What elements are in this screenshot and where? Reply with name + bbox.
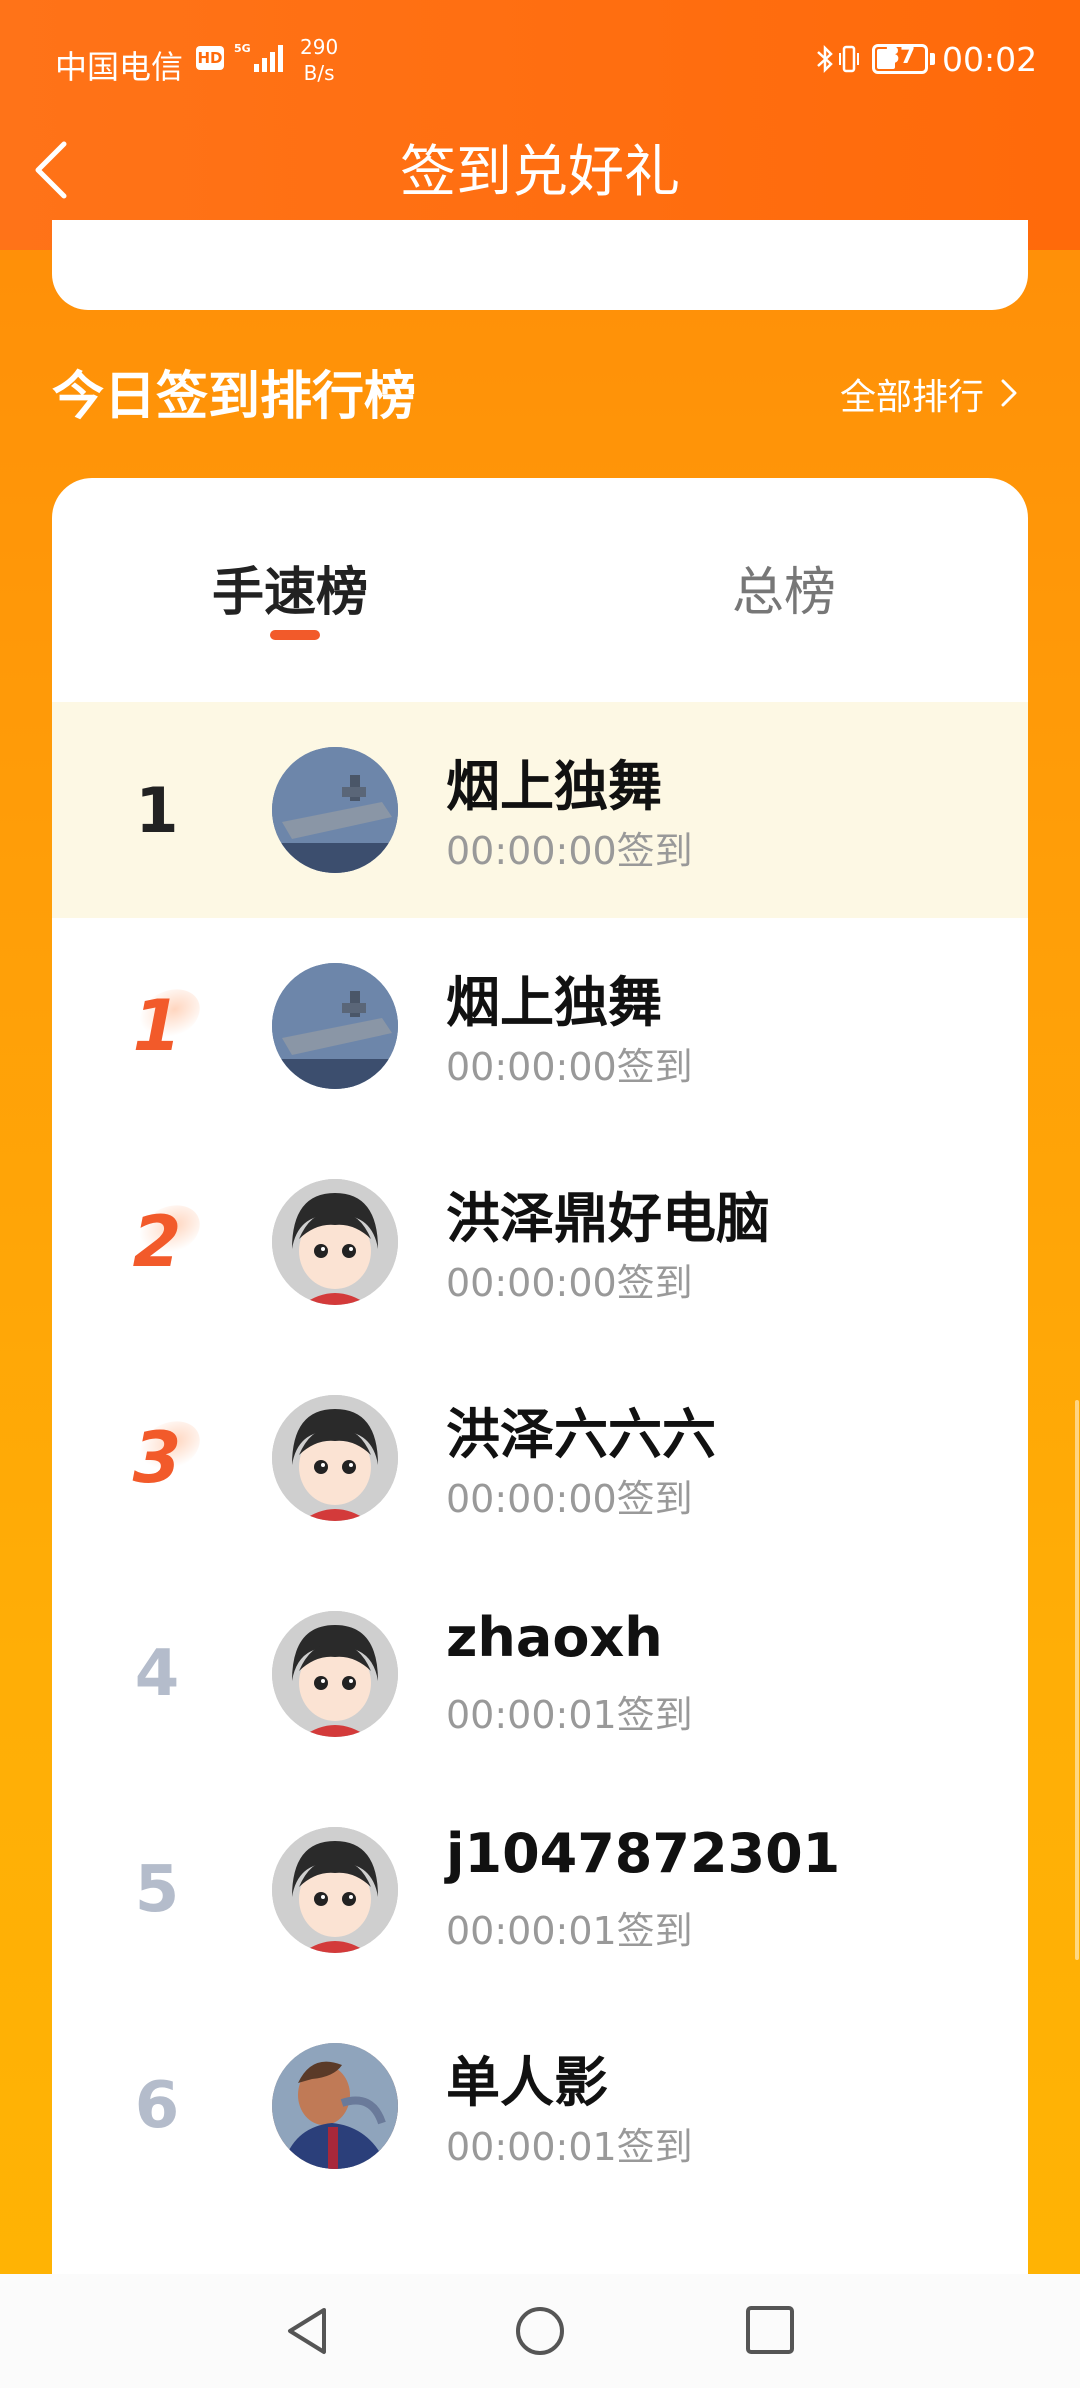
sign-in-time: 00:00:00签到	[446, 1261, 693, 1305]
aircraft-carrier-avatar-icon	[272, 747, 398, 873]
rank-row[interactable]: 5 j1047872301 00:00:01签到	[52, 1782, 1028, 1998]
cartoon-kid-avatar-icon	[272, 1395, 398, 1521]
rank-medal: 1	[52, 918, 262, 1134]
aircraft-carrier-avatar-icon	[272, 963, 398, 1089]
page-title: 签到兑好礼	[400, 140, 680, 205]
user-name: j1047872301	[446, 1822, 841, 1885]
vibrate-icon	[839, 45, 859, 73]
rank-number: 1	[132, 985, 182, 1067]
rank-number: 5	[134, 1853, 180, 1927]
medal-badge: 1	[131, 980, 208, 1067]
active-tab-indicator	[270, 630, 320, 640]
network-speed: 290 B/s	[300, 34, 338, 86]
rank-row[interactable]: 6 单人影 00:00:01签到	[52, 1998, 1028, 2214]
user-name: 烟上独舞	[446, 755, 662, 818]
status-bar: 中国电信 HD 5G 290 B/s 37 00:02	[0, 0, 1080, 120]
section-title: 今日签到排行榜	[52, 367, 417, 427]
ranking-card: 手速榜 总榜 1 烟上独舞 00:00:00签到 1 烟上独舞 00:00:00…	[52, 478, 1028, 2378]
app-header: 中国电信 HD 5G 290 B/s 37 00:02 签到兑好礼	[0, 0, 1080, 250]
chevron-right-icon[interactable]	[998, 376, 1020, 410]
rank-number: 2	[132, 1201, 182, 1283]
cartoon-kid-avatar-icon	[272, 1179, 398, 1305]
sign-in-time: 00:00:00签到	[446, 1477, 693, 1521]
avatar	[272, 1179, 398, 1305]
medal-badge: 3	[131, 1412, 208, 1499]
cartoon-kid-avatar-icon	[272, 1611, 398, 1737]
sign-in-time: 00:00:01签到	[446, 1909, 693, 1953]
avatar	[272, 2043, 398, 2169]
all-ranking-link[interactable]: 全部排行	[840, 368, 984, 420]
hd-badge: HD	[196, 46, 224, 70]
my-rank-row[interactable]: 1 烟上独舞 00:00:00签到	[52, 702, 1028, 918]
user-name: zhaoxh	[446, 1606, 663, 1669]
cartoon-kid-avatar-icon	[272, 1827, 398, 1953]
avatar	[272, 1611, 398, 1737]
rank-medal: 3	[52, 1350, 262, 1566]
user-name: 烟上独舞	[446, 971, 662, 1034]
football-player-avatar-icon	[272, 2043, 398, 2169]
nav-back-icon[interactable]	[282, 2304, 334, 2358]
rank-number: 4	[134, 1637, 180, 1711]
sign-in-time: 00:00:00签到	[446, 829, 693, 873]
medal-badge: 2	[131, 1196, 208, 1283]
rank-number: 3	[132, 1417, 182, 1499]
avatar	[272, 747, 398, 873]
checkin-card	[52, 220, 1028, 310]
user-name: 洪泽鼎好电脑	[446, 1187, 770, 1250]
rank-row[interactable]: 1 烟上独舞 00:00:00签到	[52, 918, 1028, 1134]
rank-medal: 2	[52, 1134, 262, 1350]
rank-row[interactable]: 4 zhaoxh 00:00:01签到	[52, 1566, 1028, 1782]
avatar	[272, 1827, 398, 1953]
avatar	[272, 1395, 398, 1521]
rank-number: 6	[134, 2069, 180, 2143]
tab-speed-ranking[interactable]: 手速榜	[212, 550, 368, 625]
rank-number: 1	[135, 773, 179, 847]
system-nav-bar	[0, 2274, 1080, 2388]
battery-icon: 37	[872, 44, 928, 74]
carrier-name: 中国电信	[55, 48, 184, 86]
sign-in-time: 00:00:00签到	[446, 1045, 693, 1089]
user-name: 单人影	[446, 2051, 608, 2114]
network-speed-value: 290	[300, 35, 339, 59]
battery-level: 37	[884, 44, 916, 69]
bluetooth-icon	[817, 44, 833, 74]
rank-row[interactable]: 3 洪泽六六六 00:00:00签到	[52, 1350, 1028, 1566]
avatar	[272, 963, 398, 1089]
user-name: 洪泽六六六	[446, 1403, 716, 1466]
svg-text:5G: 5G	[234, 42, 251, 55]
sign-in-time: 00:00:01签到	[446, 1693, 693, 1737]
scrollbar[interactable]	[1075, 1400, 1079, 1960]
nav-recent-apps-icon[interactable]	[746, 2306, 794, 2354]
rank-row[interactable]: 2 洪泽鼎好电脑 00:00:00签到	[52, 1134, 1028, 1350]
tab-total-ranking[interactable]: 总榜	[732, 550, 836, 625]
battery-cap	[930, 53, 935, 65]
nav-home-icon[interactable]	[514, 2304, 566, 2358]
network-speed-unit: B/s	[303, 61, 335, 85]
sign-in-time: 00:00:01签到	[446, 2125, 693, 2169]
signal-icon: 5G	[234, 42, 283, 72]
clock: 00:02	[942, 40, 1038, 79]
